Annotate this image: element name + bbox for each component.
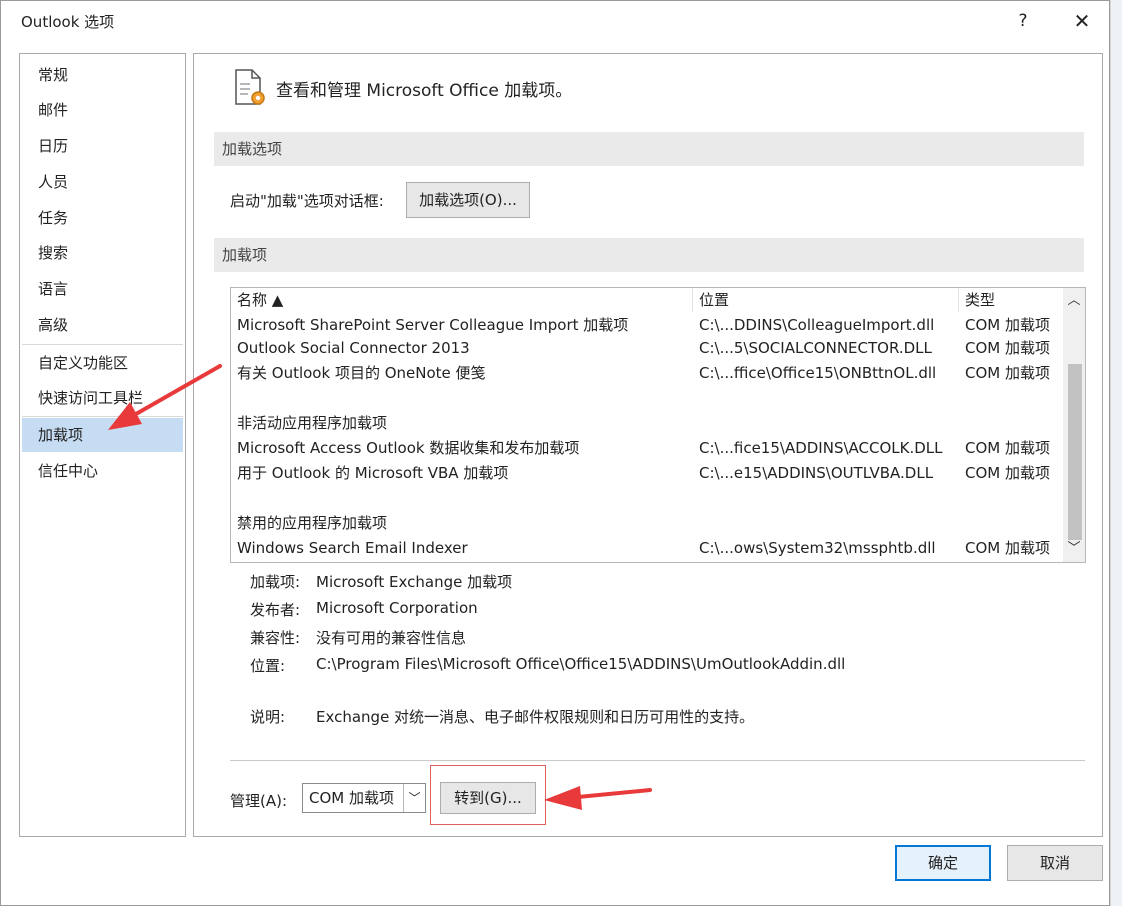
manage-label: 管理(A): [230,792,288,810]
title-bar: Outlook 选项 ? ✕ [1,1,1109,41]
load-options-section-title: 加载选项 [214,132,1084,166]
sidebar-divider [22,416,183,417]
addin-type: COM 加载项 [965,364,1050,382]
scroll-down-icon[interactable]: ﹀ [1063,538,1085,560]
page-heading: 查看和管理 Microsoft Office 加载项。 [276,81,573,101]
addins-list[interactable]: 名称 ▲ 位置 类型 Microsoft SharePoint Server C… [230,287,1086,563]
addin-detail-label: 加载项: [250,573,301,591]
addin-type: COM 加载项 [965,339,1050,357]
manage-select[interactable]: COM 加载项 ﹀ [302,783,426,813]
addins-section-title: 加载项 [214,238,1084,272]
go-button[interactable]: 转到(G)... [440,782,536,814]
addin-location: C:\...DDINS\ColleagueImport.dll [699,316,935,334]
sidebar-item-tasks[interactable]: 任务 [22,201,183,235]
column-header-name[interactable]: 名称 ▲ [231,288,693,312]
list-item[interactable]: Microsoft Access Outlook 数据收集和发布加载项 C:\.… [231,436,1063,461]
sidebar-item-general[interactable]: 常规 [22,58,183,92]
addin-name: Microsoft Access Outlook 数据收集和发布加载项 [237,439,580,457]
sidebar-item-customize-ribbon[interactable]: 自定义功能区 [22,346,183,380]
sidebar-item-trust-center[interactable]: 信任中心 [22,454,183,488]
background-window-strip [1110,0,1122,906]
list-item[interactable]: Microsoft SharePoint Server Colleague Im… [231,312,1063,334]
load-options-label: 启动"加载"选项对话框: [230,192,384,210]
sidebar-item-people[interactable]: 人员 [22,165,183,199]
addin-type: COM 加载项 [965,539,1050,557]
manage-select-value: COM 加载项 [309,789,394,807]
sidebar-item-search[interactable]: 搜索 [22,236,183,270]
disabled-group-label: 禁用的应用程序加载项 [237,514,388,532]
list-item[interactable]: Windows Search Email Indexer C:\...ows\S… [231,536,1063,561]
scroll-thumb[interactable] [1068,364,1082,540]
addin-location: C:\...fice15\ADDINS\ACCOLK.DLL [699,439,943,457]
sidebar-item-advanced[interactable]: 高级 [22,308,183,342]
location-label: 位置: [250,657,286,675]
options-sidebar: 常规 邮件 日历 人员 任务 搜索 语言 高级 自定义功能区 快速访问工具栏 加… [19,53,186,837]
addin-location: C:\...e15\ADDINS\OUTLVBA.DLL [699,464,934,482]
scroll-up-icon[interactable]: ︿ [1063,290,1085,312]
addin-location: C:\...5\SOCIALCONNECTOR.DLL [699,339,932,357]
publisher-label: 发布者: [250,601,301,619]
addin-name: Outlook Social Connector 2013 [237,339,470,357]
addin-gear-icon [235,69,265,105]
sidebar-item-language[interactable]: 语言 [22,272,183,306]
addin-type: COM 加载项 [965,439,1050,457]
close-button[interactable]: ✕ [1069,7,1095,35]
help-button[interactable]: ? [1011,7,1035,35]
column-header-location[interactable]: 位置 [693,288,959,312]
sidebar-item-addins[interactable]: 加载项 [22,418,183,452]
inactive-group-label: 非活动应用程序加载项 [237,414,388,432]
location-value: C:\Program Files\Microsoft Office\Office… [316,655,846,673]
load-options-button[interactable]: 加载选项(O)... [406,182,530,218]
addin-name: 用于 Outlook 的 Microsoft VBA 加载项 [237,464,509,482]
dialog-title: Outlook 选项 [21,13,115,31]
sidebar-item-calendar[interactable]: 日历 [22,129,183,163]
list-item[interactable]: 有关 Outlook 项目的 OneNote 便笺 C:\...ffice\Of… [231,361,1063,386]
cancel-button[interactable]: 取消 [1007,845,1103,881]
addins-pane: 查看和管理 Microsoft Office 加载项。 加载选项 启动"加载"选… [193,53,1103,837]
manage-divider [230,760,1085,761]
outlook-options-dialog: Outlook 选项 ? ✕ 常规 邮件 日历 人员 任务 搜索 语言 高级 自… [0,0,1110,906]
compatibility-label: 兼容性: [250,629,301,647]
addin-name: Windows Search Email Indexer [237,539,468,557]
addin-location: C:\...ows\System32\mssphtb.dll [699,539,936,557]
chevron-down-icon[interactable]: ﹀ [403,784,425,812]
sidebar-item-quick-access-toolbar[interactable]: 快速访问工具栏 [22,381,183,415]
sidebar-divider [22,344,183,345]
addin-name: Microsoft SharePoint Server Colleague Im… [237,316,629,334]
list-item[interactable]: Outlook Social Connector 2013 C:\...5\SO… [231,336,1063,361]
list-item[interactable]: 用于 Outlook 的 Microsoft VBA 加载项 C:\...e15… [231,461,1063,486]
addin-detail-value: Microsoft Exchange 加载项 [316,573,513,591]
sidebar-item-mail[interactable]: 邮件 [22,93,183,127]
addin-type: COM 加载项 [965,316,1050,334]
description-label: 说明: [250,708,286,726]
addin-location: C:\...ffice\Office15\ONBttnOL.dll [699,364,937,382]
ok-button[interactable]: 确定 [895,845,991,881]
column-header-type[interactable]: 类型 [959,288,1063,312]
compatibility-value: 没有可用的兼容性信息 [316,629,467,647]
publisher-value: Microsoft Corporation [316,599,478,617]
list-scrollbar[interactable]: ︿ ﹀ [1063,288,1085,562]
description-value: Exchange 对统一消息、电子邮件权限规则和日历可用性的支持。 [316,708,755,726]
addin-type: COM 加载项 [965,464,1050,482]
addin-name: 有关 Outlook 项目的 OneNote 便笺 [237,364,486,382]
